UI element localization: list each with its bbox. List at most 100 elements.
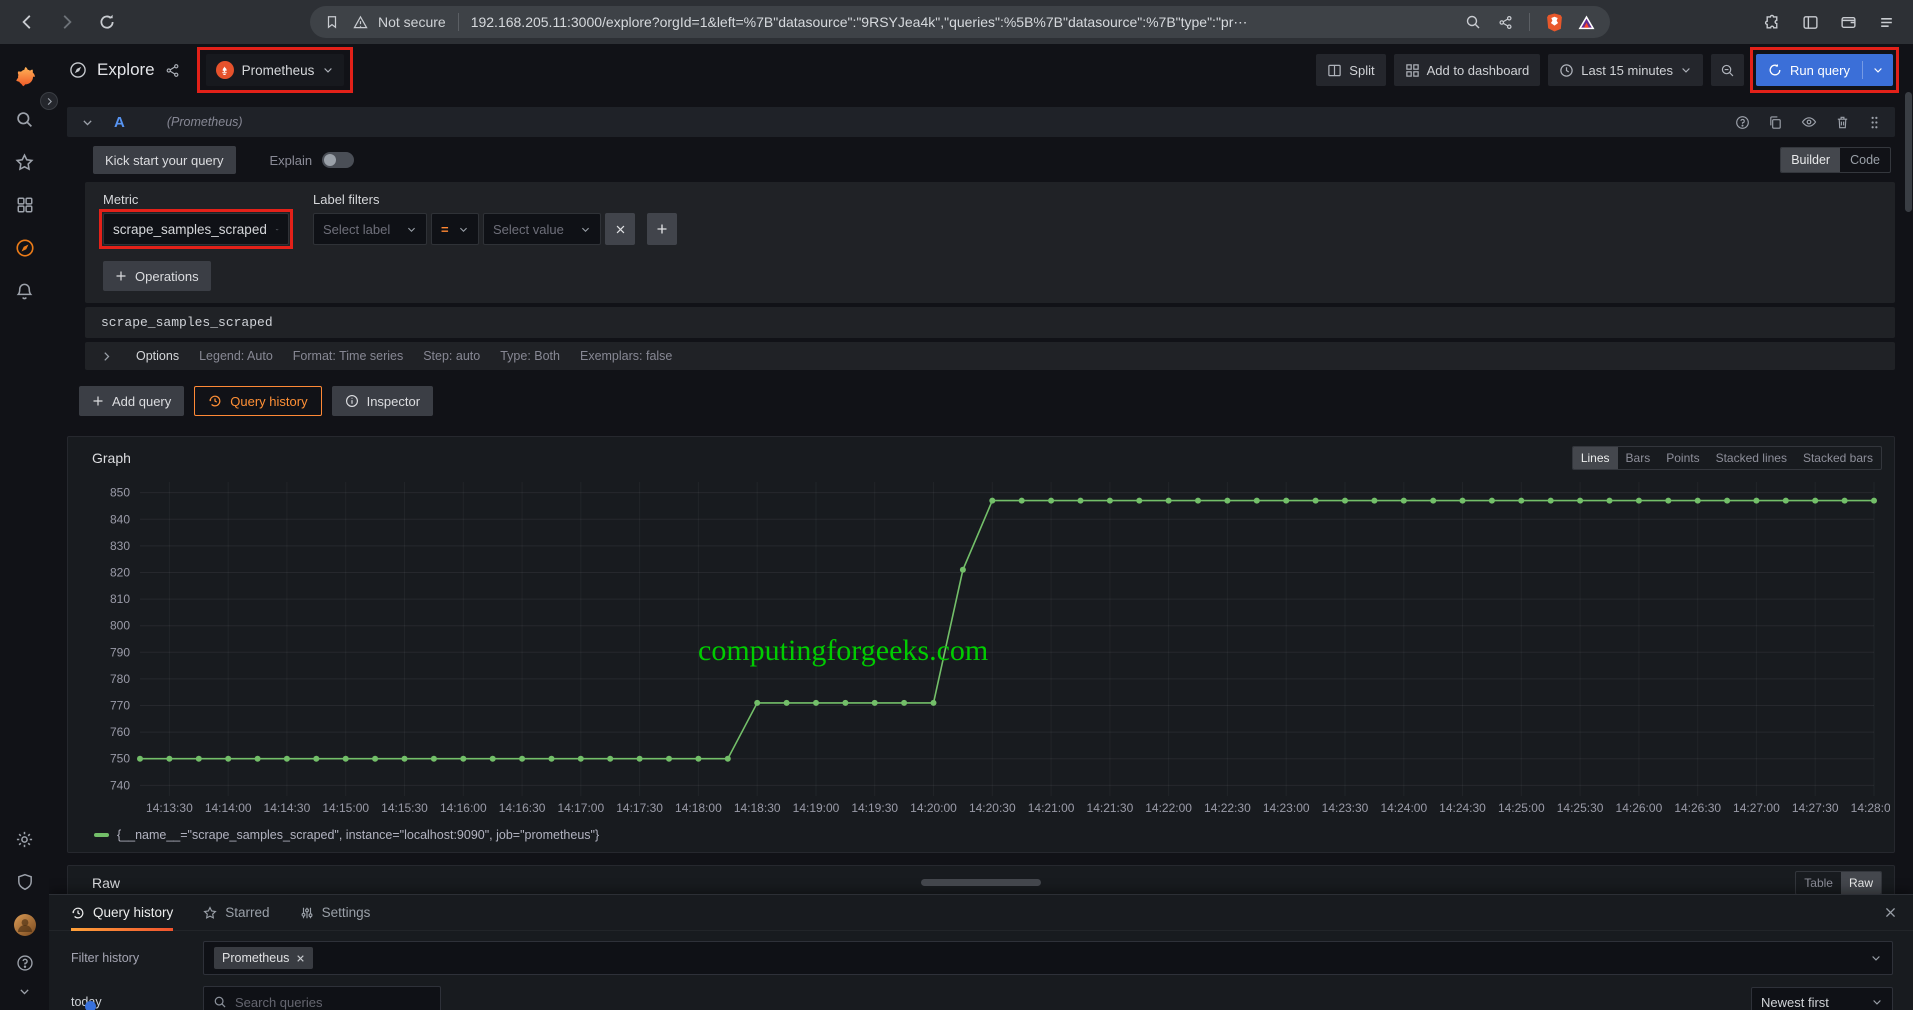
query-ref-id: A — [114, 114, 125, 131]
query-help-icon[interactable] — [1735, 115, 1750, 130]
sidebar-toggle-icon[interactable] — [1793, 5, 1827, 39]
tab-settings[interactable]: Settings — [300, 895, 371, 930]
query-options-row[interactable]: Options Legend: Auto Format: Time series… — [85, 342, 1895, 370]
datasource-filter-select[interactable]: Prometheus — [203, 941, 1893, 975]
time-series-plot[interactable]: 14:13:3014:14:0014:14:3014:15:0014:15:30… — [68, 474, 1894, 826]
split-button[interactable]: Split — [1316, 54, 1385, 86]
browser-reload-icon[interactable] — [90, 5, 124, 39]
alerting-bell-icon[interactable] — [5, 271, 45, 311]
table-view-tab[interactable]: Table — [1796, 872, 1841, 894]
zoom-page-icon[interactable] — [1461, 10, 1485, 34]
mode-bars[interactable]: Bars — [1618, 447, 1659, 469]
prometheus-icon — [216, 61, 234, 79]
user-avatar[interactable] — [5, 905, 45, 945]
filter-chip-label: Prometheus — [222, 951, 289, 965]
explain-toggle[interactable] — [322, 152, 354, 168]
run-query-button[interactable]: Run query — [1756, 54, 1893, 86]
search-queries-input[interactable] — [235, 995, 405, 1010]
builder-mode-tab[interactable]: Builder — [1781, 148, 1840, 172]
select-label-dropdown[interactable]: Select label — [313, 213, 427, 245]
raw-view-toggle: Table Raw — [1795, 871, 1882, 895]
select-value-dropdown[interactable]: Select value — [483, 213, 601, 245]
tab-starred[interactable]: Starred — [203, 895, 269, 930]
share-shortened-link-icon[interactable] — [165, 63, 180, 78]
query-history-button[interactable]: Query history — [194, 386, 321, 416]
admin-shield-icon[interactable] — [5, 862, 45, 902]
option-legend: Legend: Auto — [199, 349, 273, 363]
filter-chip-prometheus[interactable]: Prometheus — [214, 947, 313, 969]
watermark-text: computingforgeeks.com — [698, 634, 988, 668]
search-queries-field[interactable] — [203, 986, 441, 1010]
explore-header: Explore Prometheus — [49, 44, 1913, 96]
dashboards-icon[interactable] — [5, 185, 45, 225]
option-format: Format: Time series — [293, 349, 403, 363]
address-bar[interactable]: Not secure 192.168.205.11:3000/explore?o… — [310, 6, 1610, 38]
datasource-picker[interactable]: Prometheus — [206, 54, 345, 86]
metric-select[interactable]: scrape_samples_scraped — [103, 213, 289, 245]
plus-icon — [115, 270, 127, 282]
dashboard-grid-icon — [1405, 63, 1420, 78]
code-mode-tab[interactable]: Code — [1840, 148, 1890, 172]
add-to-dashboard-button[interactable]: Add to dashboard — [1394, 54, 1541, 86]
bookmark-icon[interactable] — [322, 12, 342, 32]
remove-filter-button[interactable] — [605, 213, 635, 245]
kick-start-query-button[interactable]: Kick start your query — [93, 146, 236, 174]
raw-view-tab[interactable]: Raw — [1841, 872, 1881, 894]
brave-shield-icon[interactable] — [1542, 10, 1566, 34]
sort-order-select[interactable]: Newest first — [1751, 987, 1893, 1010]
split-icon — [1327, 63, 1342, 78]
tab-query-history[interactable]: Query history — [71, 895, 173, 930]
drag-handle-icon[interactable] — [1868, 115, 1881, 130]
remove-query-trash-icon[interactable] — [1835, 115, 1850, 130]
wallet-icon[interactable] — [1831, 5, 1865, 39]
add-filter-button[interactable] — [647, 213, 677, 245]
mode-points[interactable]: Points — [1658, 447, 1707, 469]
mode-lines[interactable]: Lines — [1573, 447, 1618, 469]
collapse-chevron-icon[interactable] — [81, 116, 94, 129]
explore-content: A (Prometheus) Kick start your query Exp… — [49, 96, 1913, 901]
starred-icon[interactable] — [5, 142, 45, 182]
query-row-header[interactable]: A (Prometheus) — [67, 107, 1895, 137]
settings-gear-icon[interactable] — [5, 819, 45, 859]
legend-series-label[interactable]: {__name__="scrape_samples_scraped", inst… — [117, 828, 599, 842]
hide-response-eye-icon[interactable] — [1801, 114, 1817, 130]
svg-text:14:17:30: 14:17:30 — [616, 801, 663, 815]
operator-dropdown[interactable]: = — [431, 213, 479, 245]
clock-icon — [1559, 63, 1574, 78]
tab-settings-label: Settings — [322, 905, 371, 920]
time-range-picker[interactable]: Last 15 minutes — [1548, 54, 1703, 86]
operator-value: = — [441, 222, 450, 237]
zoom-out-time-button[interactable] — [1711, 54, 1744, 86]
extensions-puzzle-icon[interactable] — [1755, 5, 1789, 39]
browser-back-icon[interactable] — [10, 5, 44, 39]
grafana-logo[interactable] — [5, 56, 45, 96]
share-icon[interactable] — [1493, 10, 1517, 34]
drawer-resize-handle[interactable] — [921, 879, 1041, 886]
chip-remove-icon[interactable] — [296, 954, 305, 963]
help-icon[interactable] — [5, 948, 45, 978]
sidebar-chevron-down-icon[interactable] — [5, 981, 45, 1001]
browser-forward-icon[interactable] — [50, 5, 84, 39]
mode-stacked-lines[interactable]: Stacked lines — [1708, 447, 1795, 469]
sidebar-expand-button[interactable] — [40, 92, 58, 110]
option-step: Step: auto — [423, 349, 480, 363]
brave-rewards-icon[interactable] — [1574, 10, 1598, 34]
add-query-button[interactable]: Add query — [79, 386, 184, 416]
drawer-close-icon[interactable] — [1884, 906, 1897, 919]
search-icon[interactable] — [5, 99, 45, 139]
explore-compass-icon[interactable] — [5, 228, 45, 268]
mode-stacked-bars[interactable]: Stacked bars — [1795, 447, 1881, 469]
run-query-caret[interactable] — [1862, 61, 1893, 79]
explore-icon — [69, 61, 87, 79]
inspector-button[interactable]: Inspector — [332, 386, 433, 416]
vertical-scrollbar-thumb[interactable] — [1905, 92, 1912, 212]
chevron-down-icon — [458, 224, 469, 235]
time-range-label: Last 15 minutes — [1581, 63, 1673, 78]
graph-mode-toggle: Lines Bars Points Stacked lines Stacked … — [1572, 446, 1882, 470]
add-operations-button[interactable]: Operations — [103, 261, 211, 291]
svg-text:14:21:30: 14:21:30 — [1087, 801, 1134, 815]
graph-legend[interactable]: {__name__="scrape_samples_scraped", inst… — [68, 826, 1894, 852]
metric-value: scrape_samples_scraped — [113, 222, 267, 237]
duplicate-query-icon[interactable] — [1768, 115, 1783, 130]
browser-menu-icon[interactable] — [1869, 5, 1903, 39]
